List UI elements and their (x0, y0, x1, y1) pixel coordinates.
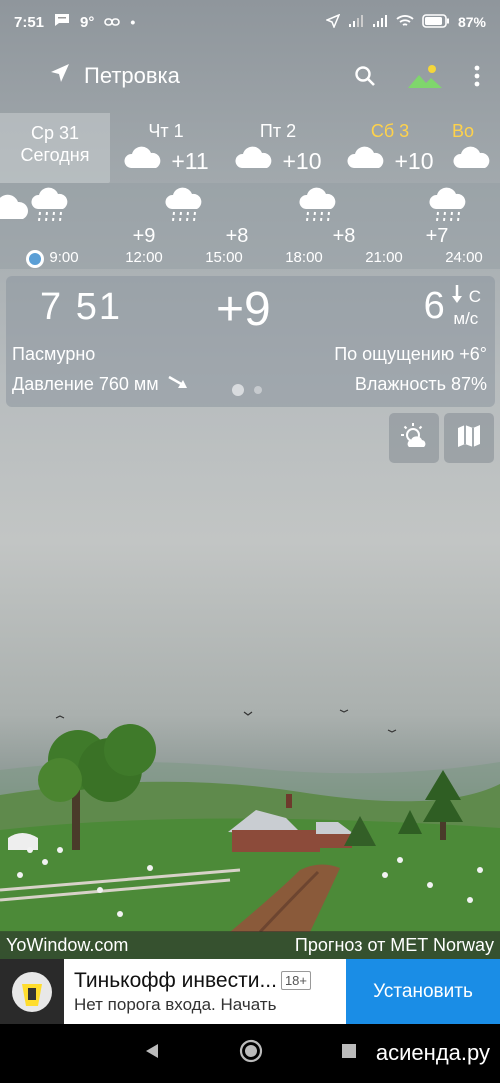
page-indicator (232, 384, 262, 396)
hourly-time: 15:00 (205, 249, 243, 266)
weather-animation-button[interactable] (389, 413, 439, 463)
install-button[interactable]: Установить (346, 959, 500, 1024)
status-bar: 7:51 9° • 87% (0, 0, 500, 44)
location-arrow-icon (48, 61, 72, 91)
location-name: Петровка (84, 63, 180, 88)
wind-direction: С (468, 286, 481, 306)
current-time: 7 51 (40, 286, 122, 328)
cloud-icon (0, 191, 28, 226)
cloud-icon (346, 146, 386, 176)
pressure-text: Давление 760 мм (12, 374, 159, 394)
landscape-icon[interactable] (406, 62, 444, 90)
day-temp: +10 (282, 147, 322, 174)
day-name: Сб 3 (370, 121, 410, 141)
link-icon (104, 14, 121, 31)
day-name: Чт 1 (148, 121, 184, 141)
gps-icon (324, 13, 341, 31)
pressure-trend-icon (167, 374, 189, 395)
battery-icon (422, 13, 450, 31)
day-tab-fri[interactable]: Пт 2 +10 (222, 113, 334, 183)
hourly-time: 12:00 (125, 249, 163, 266)
wind-info: 6 С м/с (424, 284, 481, 329)
wind-unit: м/с (453, 309, 479, 328)
day-today-label: Сегодня (20, 145, 90, 165)
battery-percent: 87% (457, 14, 486, 30)
day-tab-today[interactable]: Ср 31 Сегодня (0, 113, 110, 183)
current-temp: +9 (216, 283, 271, 336)
hourly-time: 24:00 (445, 249, 483, 266)
hourly-time: 18:00 (285, 249, 323, 266)
rain-cloud-icon (164, 187, 204, 228)
map-button[interactable] (444, 413, 494, 463)
day-tab-sun[interactable]: Во (446, 113, 500, 183)
credit-bar: YoWindow.com Прогноз от MET Norway (0, 931, 500, 959)
weather-scene (0, 700, 500, 934)
dot-icon: • (130, 14, 136, 30)
age-badge: 18+ (280, 971, 312, 990)
pressure-row: Давление 760 мм (12, 374, 189, 395)
cloud-icon (452, 146, 492, 176)
rain-cloud-icon (428, 187, 468, 228)
wifi-icon (396, 14, 414, 31)
cloud-icon (123, 146, 163, 176)
status-temp: 9° (80, 13, 95, 31)
back-icon[interactable] (143, 1042, 161, 1065)
more-vert-icon[interactable] (474, 65, 480, 87)
hourly-temp: +9 (132, 225, 156, 247)
day-name: Во (452, 121, 475, 141)
search-icon[interactable] (354, 65, 376, 87)
ad-subtitle: Нет порога входа. Начать (74, 994, 277, 1014)
hourly-forecast[interactable]: +9 +8 +8 +7 9:00 12:00 15:00 18:00 21:00… (0, 183, 500, 269)
message-icon (54, 13, 70, 31)
wind-arrow-icon (451, 284, 463, 309)
page-dot (254, 386, 262, 394)
day-tab-thu[interactable]: Чт 1 +11 (110, 113, 222, 183)
app-bar: Петровка (0, 52, 500, 100)
day-tabs: Ср 31 Сегодня Чт 1 +11 Пт 2 +10 Сб 3 +10… (0, 113, 500, 183)
cloud-icon (234, 146, 274, 176)
condition-text: Пасмурно (12, 344, 96, 364)
yowindow-link[interactable]: YoWindow.com (6, 935, 128, 956)
day-temp: +11 (171, 147, 209, 174)
page-dot-active (232, 384, 244, 396)
status-time: 7:51 (14, 13, 45, 31)
current-conditions-panel[interactable]: 7 51 +9 6 С м/с Пасмурно По ощущению +6°… (6, 276, 495, 407)
sun-cloud-icon (399, 421, 429, 456)
forecast-source: Прогноз от MET Norway (294, 934, 494, 955)
recents-icon[interactable] (341, 1043, 357, 1064)
signal-icon-2 (372, 14, 388, 31)
home-icon[interactable] (239, 1039, 263, 1068)
signal-icon-1 (348, 14, 364, 31)
ad-banner[interactable]: Тинькофф инвести... 18+ Нет порога входа… (0, 959, 500, 1024)
ad-title: Тинькофф инвести... (74, 968, 277, 992)
rain-cloud-icon (30, 187, 70, 228)
feels-like-text: По ощущению +6° (334, 344, 487, 364)
wind-speed: 6 (423, 285, 445, 327)
hourly-temp: +7 (425, 225, 449, 247)
hourly-time: 21:00 (365, 249, 403, 266)
ad-logo (0, 959, 64, 1024)
day-tab-sat[interactable]: Сб 3 +10 (334, 113, 446, 183)
hourly-time: 9:00 (49, 249, 79, 266)
location-selector[interactable]: Петровка (48, 61, 180, 91)
day-name: Ср 31 (30, 123, 80, 143)
humidity-text: Влажность 87% (354, 374, 487, 394)
rain-cloud-icon (298, 187, 338, 228)
map-icon (456, 423, 482, 454)
hourly-temp: +8 (225, 225, 249, 247)
watermark-text: асиенда.ру (375, 1040, 490, 1065)
day-name: Пт 2 (259, 121, 297, 141)
hourly-temp: +8 (332, 225, 356, 247)
day-temp: +10 (394, 147, 434, 174)
